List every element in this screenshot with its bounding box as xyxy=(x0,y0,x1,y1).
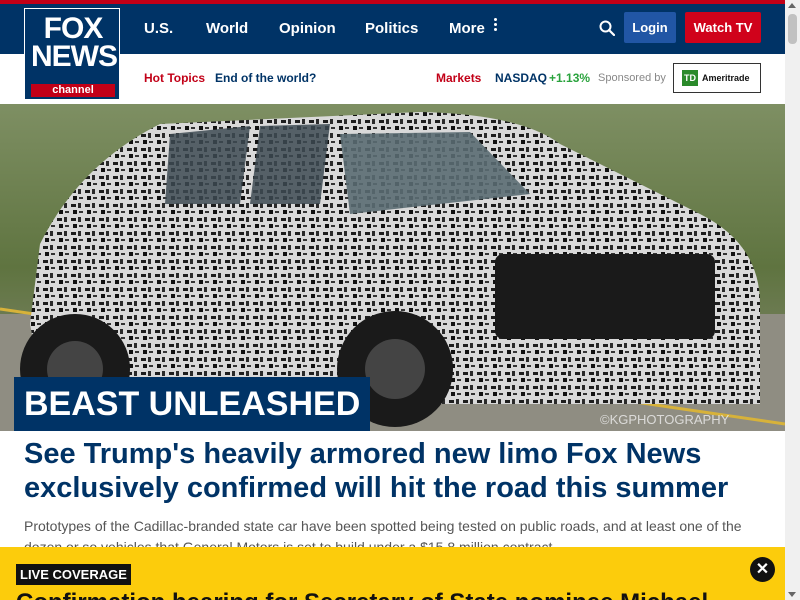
nasdaq-change: +1.13% xyxy=(549,71,591,85)
watch-tv-button[interactable]: Watch TV xyxy=(685,12,761,43)
nav-politics[interactable]: Politics xyxy=(365,4,418,54)
live-coverage-headline[interactable]: Confirmation hearing for Secretary of St… xyxy=(16,589,716,600)
page: FOX NEWS channel U.S. World Opinion Poli… xyxy=(0,0,785,600)
page-scrollbar[interactable] xyxy=(785,0,800,600)
scrollbar-thumb[interactable] xyxy=(788,14,797,44)
markets-link[interactable]: Markets xyxy=(436,66,481,90)
story-kicker[interactable]: BEAST UNLEASHED xyxy=(14,377,371,431)
ameritrade-ad[interactable]: TD Ameritrade xyxy=(673,63,761,93)
end-of-world-link[interactable]: End of the world? xyxy=(215,66,316,90)
login-button[interactable]: Login xyxy=(624,12,676,43)
story-headline[interactable]: See Trump's heavily armored new limo Fox… xyxy=(24,437,764,505)
hot-topics-link[interactable]: Hot Topics xyxy=(144,66,205,90)
td-logo-mark: TD xyxy=(682,70,698,86)
nav-more[interactable]: More xyxy=(449,4,485,54)
scroll-down-icon[interactable] xyxy=(788,592,796,597)
search-icon[interactable] xyxy=(599,20,615,36)
fox-news-logo[interactable]: FOX NEWS channel xyxy=(24,8,120,100)
nav-opinion[interactable]: Opinion xyxy=(279,4,336,54)
sponsored-label: Sponsored by xyxy=(598,72,666,84)
photo-watermark: ©KGPHOTOGRAPHY xyxy=(600,412,730,427)
more-dots-icon[interactable] xyxy=(494,18,498,33)
live-coverage-label: LIVE COVERAGE xyxy=(16,564,131,585)
logo-news-text: NEWS xyxy=(31,40,118,73)
logo-fox-text: FOX xyxy=(43,12,104,45)
nav-us[interactable]: U.S. xyxy=(144,4,173,54)
ameritrade-name: Ameritrade xyxy=(702,73,750,83)
scroll-up-icon[interactable] xyxy=(788,3,796,8)
nasdaq-label[interactable]: NASDAQ xyxy=(495,66,547,90)
close-icon[interactable]: ✕ xyxy=(750,557,775,582)
nav-world[interactable]: World xyxy=(206,4,248,54)
logo-channel-text: channel xyxy=(31,84,115,97)
